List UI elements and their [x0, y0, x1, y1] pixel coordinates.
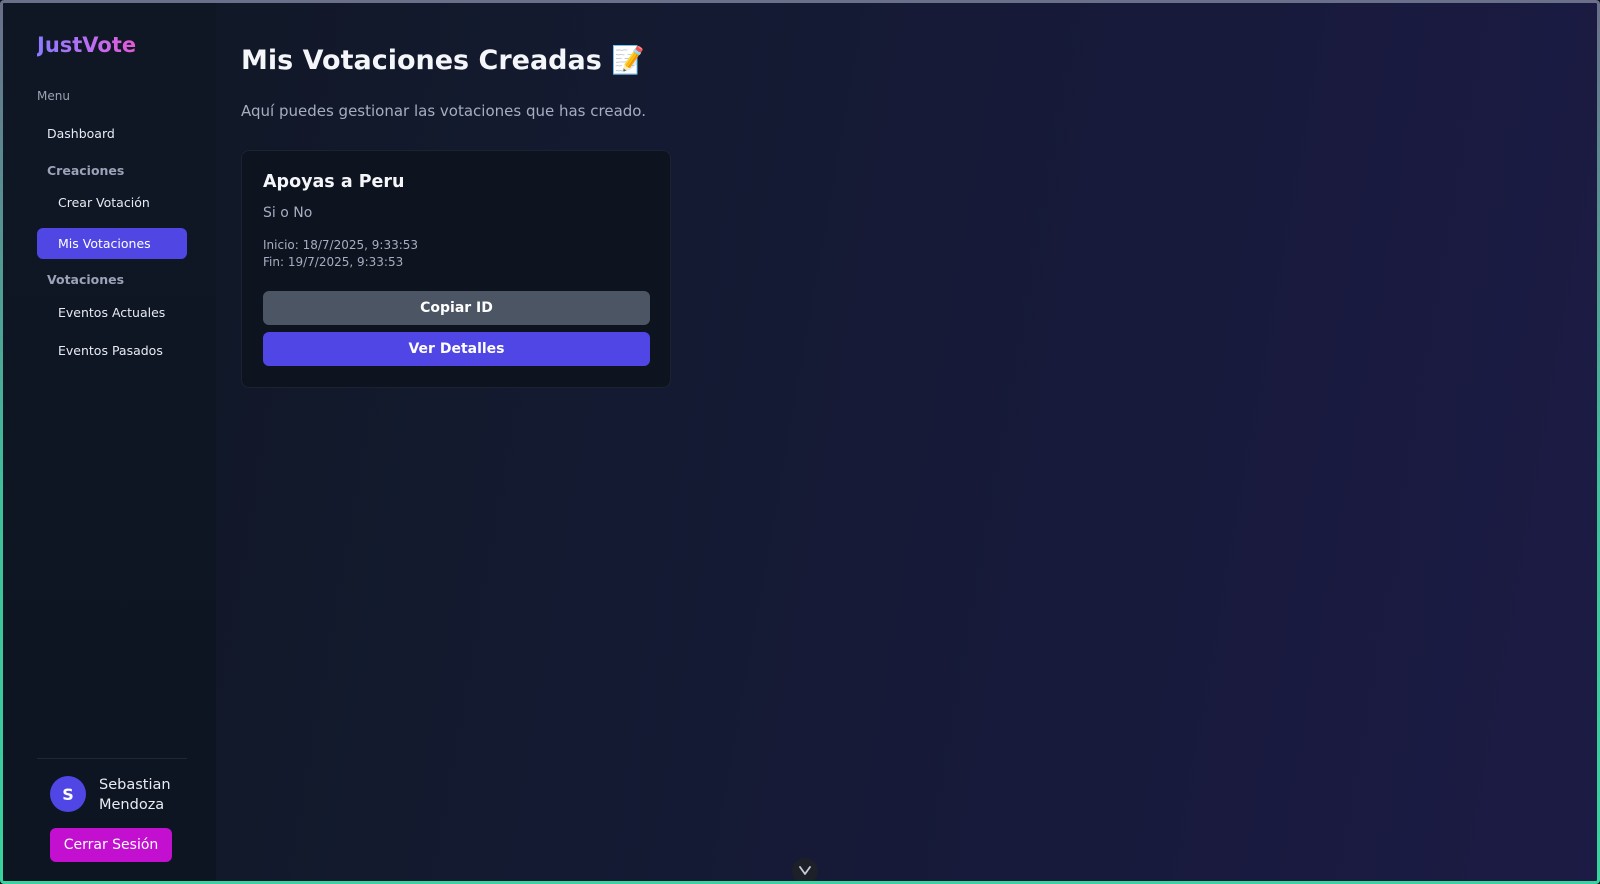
page-subtitle: Aquí puedes gestionar las votaciones que… [241, 102, 646, 120]
sidebar-divider [37, 758, 187, 759]
sidebar-item-eventos-pasados[interactable]: Eventos Pasados [58, 343, 163, 358]
sidebar-item-mis-votaciones[interactable]: Mis Votaciones [37, 228, 187, 259]
vote-start-date: Inicio: 18/7/2025, 9:33:53 [263, 238, 419, 252]
chevron-down-icon-glyph [799, 866, 811, 875]
sidebar-item-dashboard[interactable]: Dashboard [47, 126, 115, 141]
logout-button[interactable]: Cerrar Sesión [50, 828, 172, 862]
page-title: Mis Votaciones Creadas 📝 [241, 45, 645, 76]
vote-end-date: Fin: 19/7/2025, 9:33:53 [263, 255, 404, 269]
sidebar-section-votaciones: Votaciones [47, 272, 125, 287]
view-details-button[interactable]: Ver Detalles [263, 332, 650, 366]
app-logo[interactable]: JustVote [37, 33, 136, 57]
copy-id-button[interactable]: Copiar ID [263, 291, 650, 325]
vote-title: Apoyas a Peru [263, 172, 405, 192]
sidebar-section-creaciones: Creaciones [47, 163, 125, 178]
sidebar-item-eventos-actuales[interactable]: Eventos Actuales [58, 305, 165, 320]
avatar: S [50, 776, 86, 812]
chevron-down-icon[interactable] [792, 858, 818, 881]
app-window: JustVote Menu Dashboard Creaciones Crear… [0, 0, 1600, 884]
menu-label: Menu [37, 89, 70, 103]
sidebar: JustVote Menu Dashboard Creaciones Crear… [3, 3, 216, 881]
vote-card: Apoyas a Peru Si o No Inicio: 18/7/2025,… [241, 150, 671, 388]
vote-description: Si o No [263, 205, 313, 221]
sidebar-item-crear-votacion[interactable]: Crear Votación [58, 195, 150, 210]
user-name: Sebastian Mendoza [99, 777, 171, 813]
